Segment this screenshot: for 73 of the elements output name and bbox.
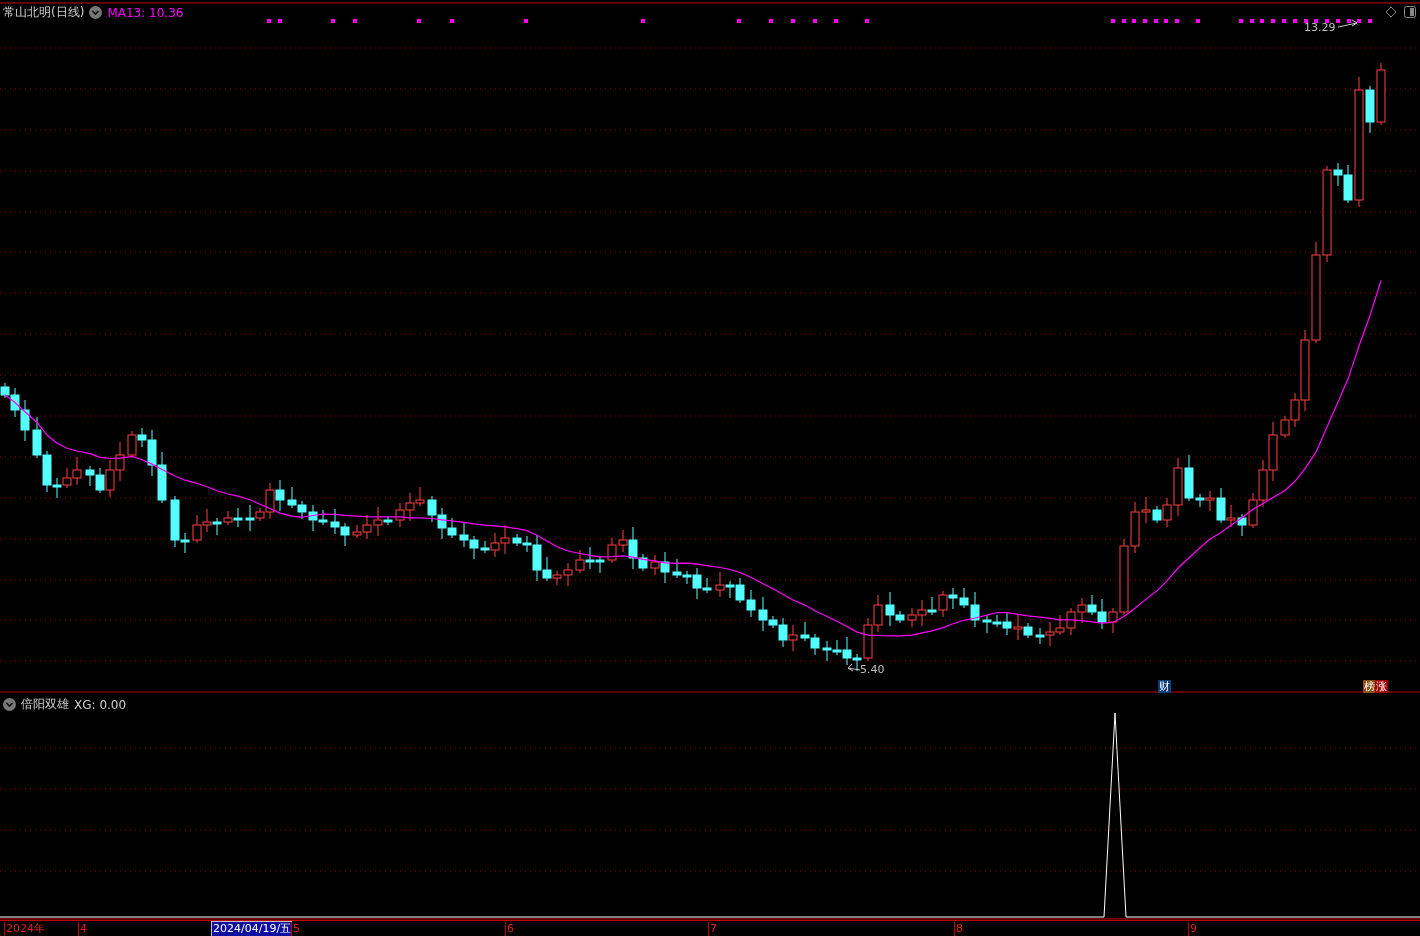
low-price-label: 5.40 (860, 663, 885, 676)
candlestick (746, 589, 756, 618)
candlestick (202, 508, 212, 533)
candlestick (822, 640, 832, 662)
candlestick (415, 486, 425, 507)
candlestick (85, 465, 95, 487)
time-axis-label: 9 (1188, 922, 1197, 936)
candlestick (873, 594, 883, 633)
time-axis-label: 8 (954, 922, 963, 936)
candlestick (595, 555, 605, 574)
candlestick (735, 577, 745, 604)
candlestick (32, 416, 42, 459)
candlestick (607, 537, 617, 564)
candlestick (1258, 459, 1268, 508)
candlestick (20, 399, 30, 442)
high-price-label: 13.29 (1304, 21, 1336, 34)
candlestick (982, 615, 992, 634)
candlestick (405, 492, 415, 522)
candlestick (395, 502, 405, 528)
candlestick (330, 508, 340, 535)
candlestick (585, 546, 595, 570)
candlestick (800, 621, 810, 642)
arrow-icon (1337, 19, 1358, 28)
dropdown-icon[interactable] (89, 6, 103, 19)
candlestick (212, 517, 222, 536)
candlestick (427, 495, 437, 523)
dropdown-icon[interactable] (3, 698, 16, 711)
event-badge[interactable]: 涨 (1375, 680, 1388, 693)
candlestick (1055, 614, 1065, 636)
candlestick (72, 456, 82, 486)
indicator-value: XG: 0.00 (74, 697, 127, 712)
candlestick (127, 430, 137, 459)
time-axis-label: 6 (505, 922, 514, 936)
candlestick (927, 596, 937, 616)
candlestick (672, 558, 682, 579)
arrow-icon (847, 663, 861, 672)
candlestick (500, 524, 510, 555)
time-axis-label: 2024年 (4, 922, 45, 936)
chart-title: 常山北明(日线) (3, 4, 85, 21)
time-axis-label: 2024/04/19/五 (211, 921, 293, 936)
candlestick (715, 571, 725, 598)
time-axis-label: 4 (78, 922, 87, 936)
candlestick (810, 633, 820, 656)
candlestick (1066, 607, 1076, 636)
candlestick (62, 467, 72, 489)
candlestick (725, 580, 735, 599)
candlestick (340, 522, 350, 547)
candlestick (512, 533, 522, 547)
candlestick (297, 500, 307, 520)
panel-toggle-icon[interactable] (1404, 6, 1416, 18)
indicator-value: MA13: 10.36 (107, 5, 184, 20)
candlestick (233, 507, 243, 528)
candlestick (157, 451, 167, 504)
time-axis-label: 7 (708, 922, 717, 936)
candlestick (287, 486, 297, 509)
candlestick (938, 590, 948, 618)
candlestick (788, 624, 798, 652)
candlestick (907, 607, 917, 628)
candlestick (1376, 62, 1386, 126)
candlestick (275, 479, 285, 512)
diamond-icon[interactable] (1385, 6, 1397, 18)
candlestick (917, 599, 927, 627)
candlestick (575, 549, 585, 574)
event-badge[interactable]: 财 (1158, 680, 1171, 693)
time-axis-label: 5 (291, 922, 300, 936)
candlestick (223, 510, 233, 526)
candlestick (459, 521, 469, 548)
candlestick (192, 514, 202, 544)
candlestick (948, 587, 958, 610)
indicator-title: 倍阳双雄 (21, 696, 69, 713)
candlestick (1077, 597, 1087, 624)
candlestick (1268, 421, 1278, 482)
candlestick (115, 441, 125, 482)
